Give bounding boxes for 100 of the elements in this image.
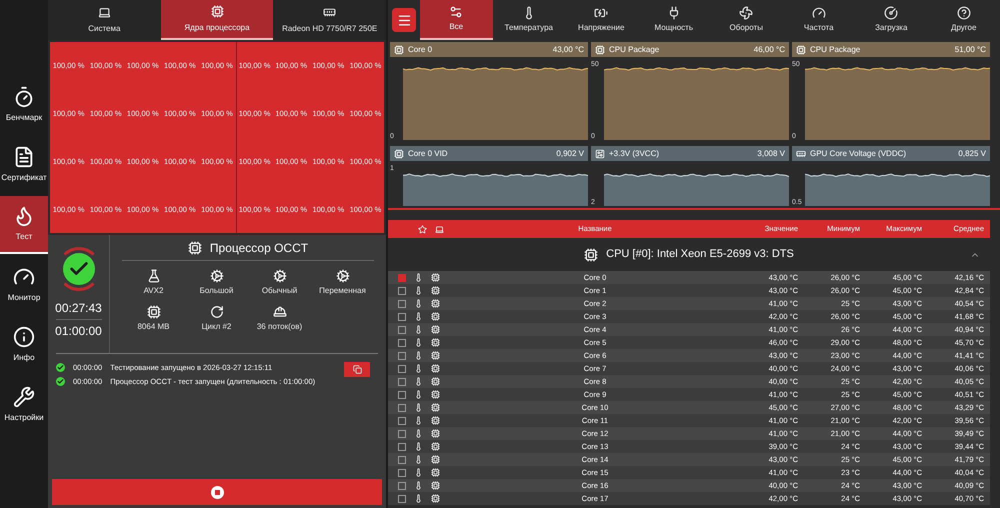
menu-button[interactable]	[392, 8, 416, 32]
tab[interactable]: Radeon HD 7750/R7 250E	[273, 0, 386, 40]
checkbox[interactable]	[398, 378, 406, 386]
tab[interactable]: Ядра процессора	[160, 0, 274, 40]
chip-icon	[431, 377, 440, 386]
checkbox[interactable]	[398, 468, 406, 476]
sensor-name: Core 0 VID	[408, 148, 449, 160]
test-parameter: AVX2	[144, 285, 164, 297]
tab[interactable]: Система	[48, 0, 161, 40]
gear-icon	[210, 269, 224, 283]
checkbox[interactable]	[398, 352, 406, 360]
test-parameter: Обычный	[262, 285, 298, 297]
checkbox[interactable]	[398, 286, 406, 294]
checkbox[interactable]	[398, 274, 406, 282]
sensor-value: 51,00 °C	[954, 44, 986, 56]
wrench-icon	[13, 386, 35, 408]
copy-icon	[352, 365, 362, 374]
tab[interactable]: Температура	[492, 0, 565, 40]
chip-icon	[431, 494, 440, 503]
checkbox[interactable]	[398, 430, 406, 438]
info-icon	[13, 326, 35, 348]
sensor-value: 46,00 °C	[754, 44, 785, 56]
success-icon	[56, 377, 65, 386]
chip-icon	[431, 442, 440, 451]
tab[interactable]: Обороты	[710, 0, 782, 40]
tab[interactable]: Загрузка	[855, 0, 928, 40]
gauge-icon	[812, 6, 826, 20]
chip-icon	[188, 240, 202, 254]
chip-icon	[431, 468, 440, 477]
chip-icon	[431, 286, 440, 295]
sidebar-item[interactable]: Сертификат	[0, 136, 48, 194]
sensor-name: +3.3V (3VCC)	[609, 148, 660, 160]
sensor-name: Core 0	[408, 44, 434, 56]
checkbox[interactable]	[398, 338, 406, 346]
laptop-icon	[435, 224, 444, 234]
chip-icon	[796, 44, 806, 54]
gear-icon	[336, 269, 350, 283]
laptop-icon	[98, 6, 111, 18]
chip-icon	[431, 403, 440, 412]
chip-icon	[431, 312, 440, 321]
refresh-icon	[210, 305, 224, 319]
chip-icon	[394, 44, 404, 54]
checkbox[interactable]	[398, 390, 406, 398]
checkbox[interactable]	[398, 442, 406, 450]
checkbox[interactable]	[398, 326, 406, 334]
chip-icon	[431, 364, 440, 373]
sensor-name: GPU Core Voltage (VDDC)	[810, 148, 908, 160]
checkbox[interactable]	[398, 364, 406, 372]
checkbox[interactable]	[398, 456, 406, 464]
copy-button[interactable]	[344, 362, 370, 377]
group-title: CPU [#0]: Intel Xeon E5-2699 v3: DTS	[606, 247, 794, 262]
chip-icon	[394, 148, 404, 158]
sidebar-item[interactable]: Настройки	[0, 376, 48, 434]
tab[interactable]: Все	[420, 0, 492, 40]
menu-icon	[396, 12, 412, 28]
checkbox[interactable]	[398, 404, 406, 412]
sidebar-item[interactable]: Бенчмарк	[0, 76, 48, 134]
checkbox[interactable]	[398, 494, 406, 502]
test-parameter: 36 поток(ов)	[256, 321, 302, 333]
sensor-value: 3,008 V	[757, 148, 785, 160]
tab[interactable]: Напряжение	[565, 0, 638, 40]
battery-icon	[594, 6, 608, 20]
tab[interactable]: Другое	[928, 0, 1000, 40]
checkbox[interactable]	[398, 482, 406, 490]
checkbox[interactable]	[398, 300, 406, 308]
graphics-card-icon	[796, 148, 806, 158]
test-parameter: Переменная	[319, 285, 366, 297]
test-duration: 01:00:00	[55, 323, 102, 340]
sensor-value: 0,902 V	[556, 148, 584, 160]
sidebar-item[interactable]: Монитор	[0, 256, 48, 314]
stopwatch-icon	[13, 86, 35, 108]
sidebar-item[interactable]: Тест	[0, 196, 48, 254]
chip-icon	[431, 338, 440, 347]
fan-icon	[739, 6, 754, 20]
chip-icon	[431, 429, 440, 438]
chip-icon	[146, 305, 160, 319]
chip-icon	[431, 351, 440, 360]
checkbox[interactable]	[398, 416, 406, 424]
test-parameter: Цикл #2	[202, 321, 232, 333]
chip-icon	[595, 44, 605, 54]
checkbox[interactable]	[398, 312, 406, 320]
tab[interactable]: Мощность	[638, 0, 710, 40]
chip-icon	[431, 299, 440, 308]
gear-icon	[272, 269, 286, 283]
gauge-icon	[884, 6, 898, 20]
chip-icon	[431, 416, 440, 425]
chip-icon	[210, 4, 224, 18]
graphics-card-icon	[323, 6, 336, 18]
sidebar-item[interactable]: Инфо	[0, 316, 48, 374]
chip-icon	[431, 390, 440, 399]
chip-icon	[584, 248, 598, 262]
sliders-icon	[449, 5, 464, 19]
test-parameter: 8064 MB	[137, 321, 170, 333]
circuit-board-icon	[595, 148, 605, 158]
chip-icon	[431, 455, 440, 464]
tab[interactable]: Частота	[782, 0, 855, 40]
sensor-name: CPU Package	[810, 44, 862, 56]
worker-icon	[272, 305, 286, 319]
sensor-value: 43,00 °C	[552, 44, 584, 56]
stop-icon	[210, 486, 224, 498]
